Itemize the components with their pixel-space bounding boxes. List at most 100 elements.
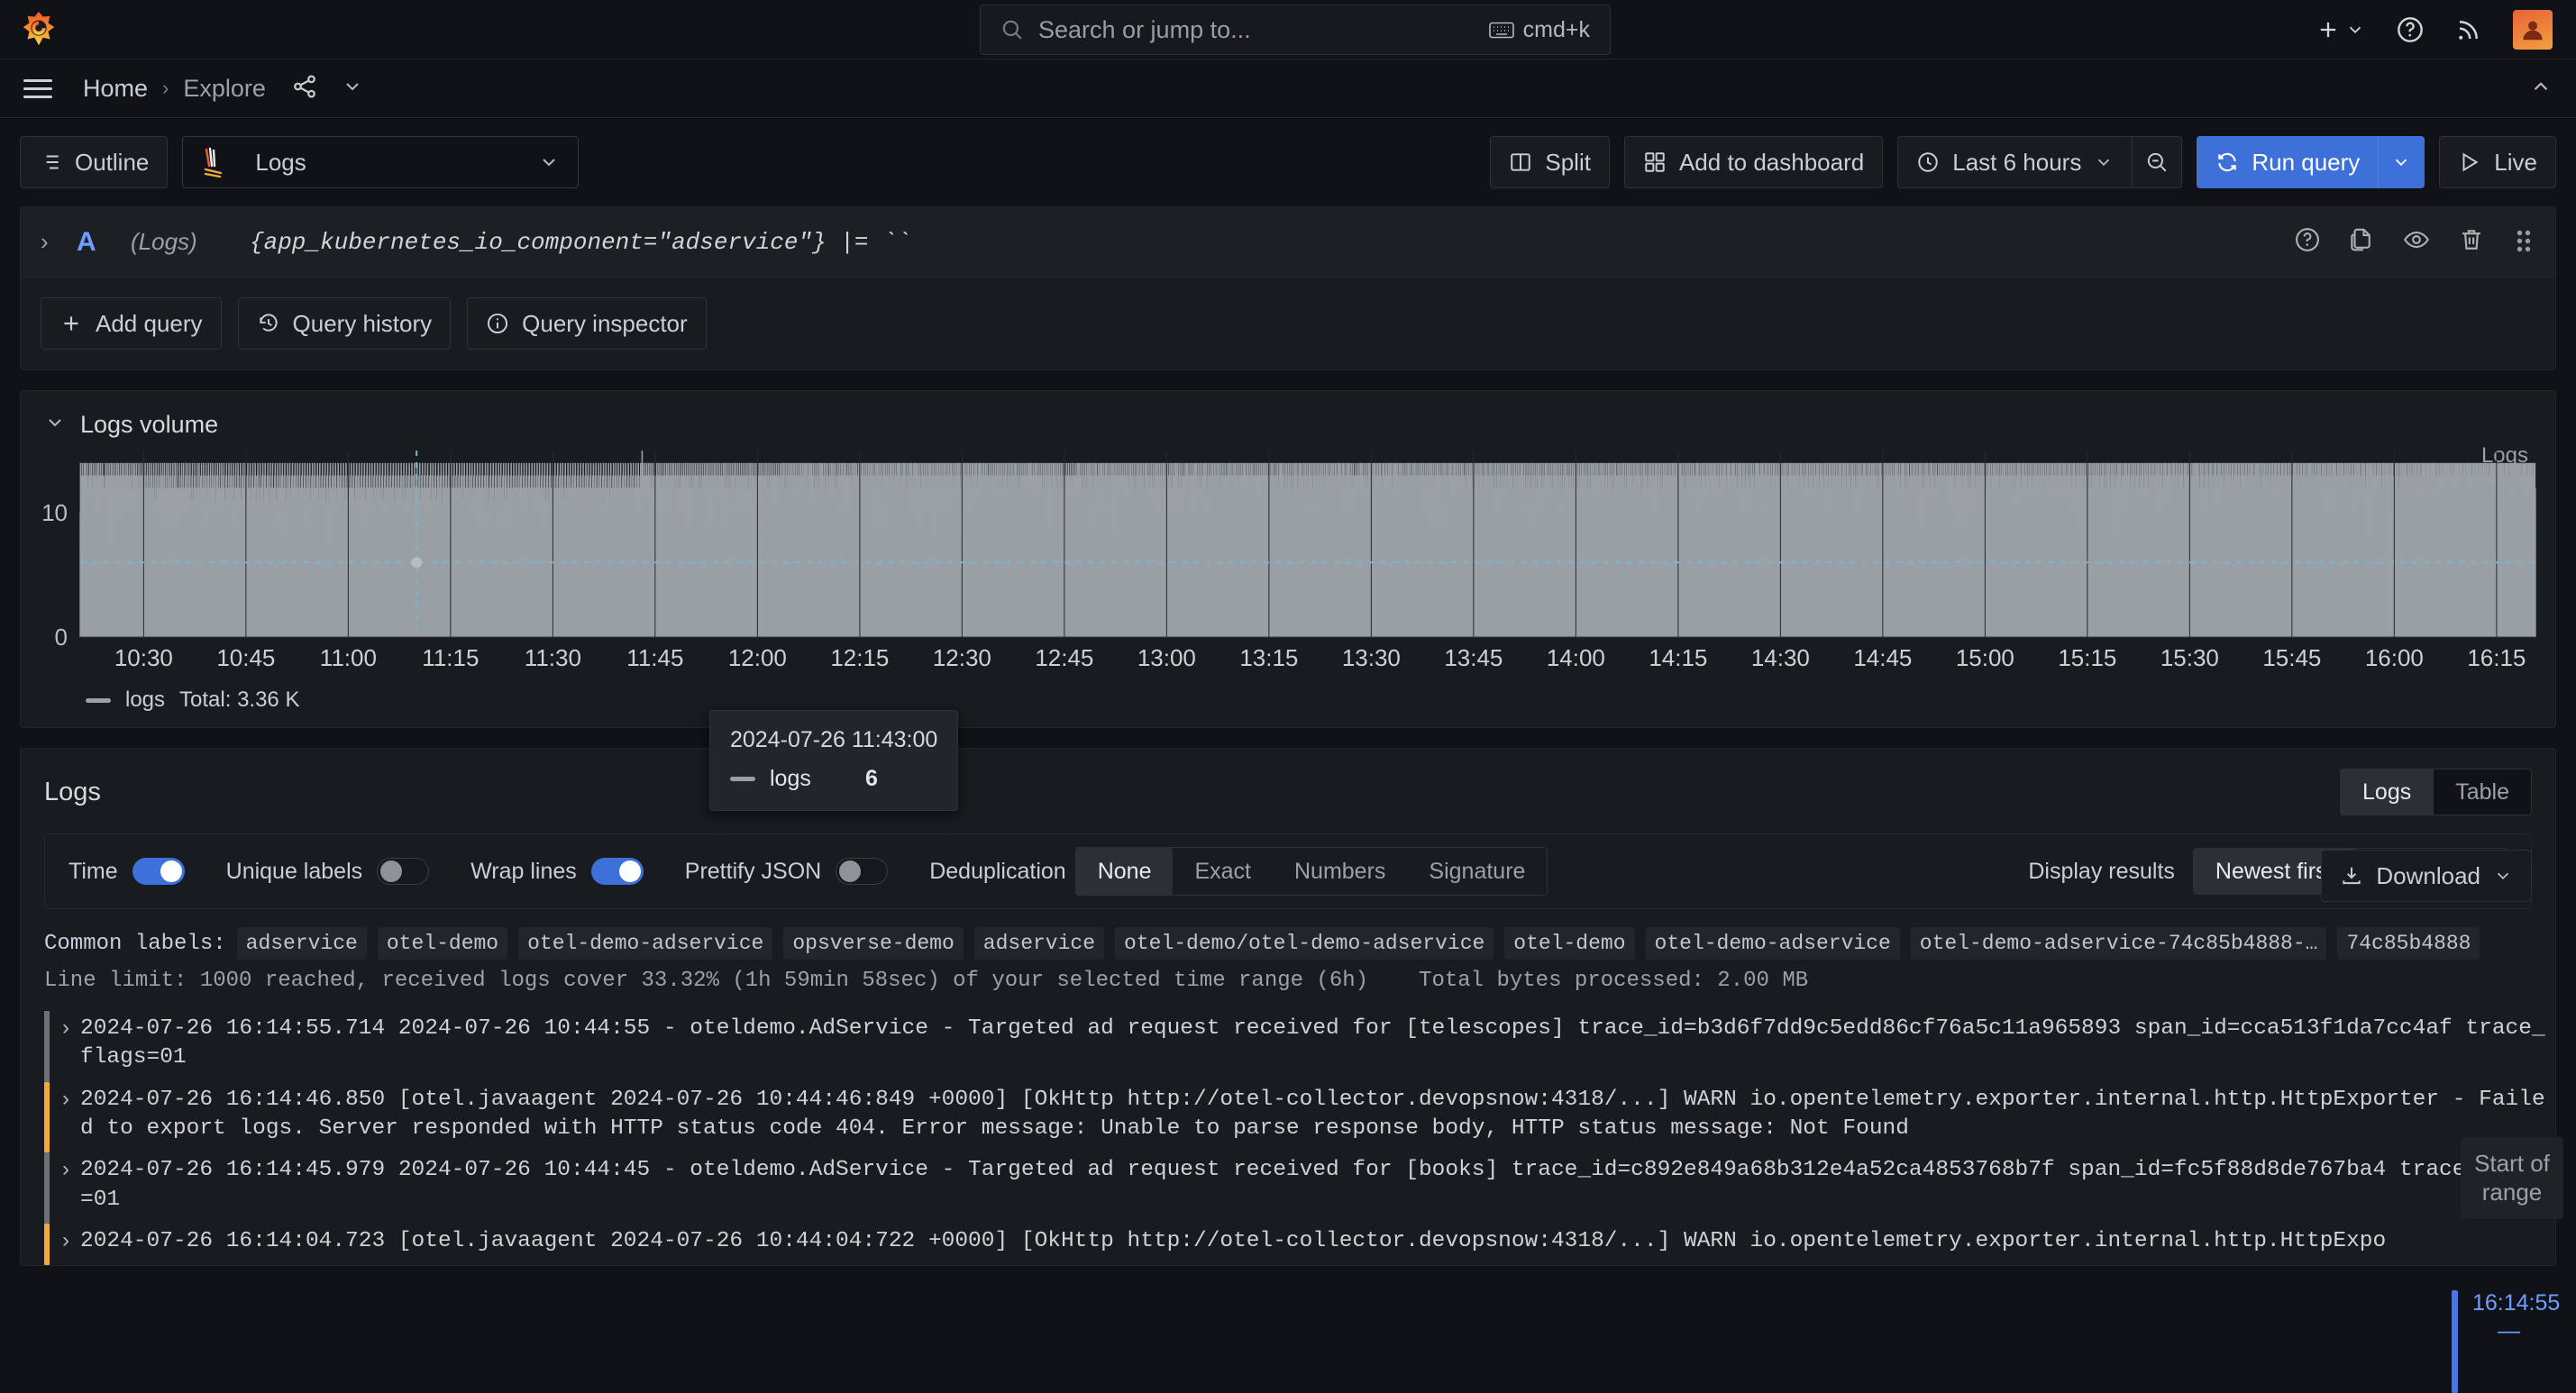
duplicate-query-icon[interactable] — [2348, 226, 2375, 258]
remove-query-icon[interactable] — [2458, 226, 2485, 258]
horizontal-scrollbar[interactable] — [0, 1388, 2576, 1393]
bytes-info-text: Total bytes processed: 2.00 MB — [1419, 969, 1808, 993]
add-to-dashboard-button[interactable]: Add to dashboard — [1624, 136, 1883, 188]
query-inspector-label: Query inspector — [522, 310, 688, 338]
logs-volume-header[interactable]: Logs volume — [21, 391, 2555, 439]
common-label-chip[interactable]: adservice — [974, 927, 1104, 960]
time-range-picker[interactable]: Last 6 hours — [1897, 136, 2132, 188]
drag-query-handle-icon[interactable] — [2512, 226, 2535, 258]
common-label-chip[interactable]: otel-demo-adservice-74c85b4888-… — [1911, 927, 2327, 960]
common-label-chip[interactable]: opsverse-demo — [783, 927, 963, 960]
unique-labels-toggle-group: Unique labels — [226, 858, 430, 885]
outline-button[interactable]: Outline — [20, 136, 168, 188]
download-label: Download — [2376, 862, 2480, 890]
dedup-option-signature[interactable]: Signature — [1407, 848, 1547, 895]
log-line-text: 2024-07-26 16:14:04.723 [otel.javaagent … — [80, 1224, 2386, 1265]
logs-panel: Logs Logs Table Time Unique labels Wrap … — [20, 748, 2556, 1266]
logs-panel-title: Logs — [44, 778, 101, 807]
common-label-chip[interactable]: otel-demo-adservice — [1646, 927, 1900, 960]
view-mode-logs[interactable]: Logs — [2340, 769, 2434, 815]
common-label-chip[interactable]: otel-demo — [378, 927, 507, 960]
table-row[interactable]: › 2024-07-26 16:14:45.979 2024-07-26 10:… — [21, 1152, 2555, 1224]
log-line-text: 2024-07-26 16:14:46.850 [otel.javaagent … — [80, 1082, 2555, 1153]
wrap-lines-toggle[interactable] — [591, 858, 644, 885]
prettify-json-toggle[interactable] — [836, 858, 888, 885]
rail-dash: — — [2458, 1318, 2560, 1344]
breadcrumb-item-explore[interactable]: Explore — [183, 75, 266, 103]
expand-row-chevron-right-icon[interactable]: › — [50, 1152, 80, 1182]
collapse-chevron-down-icon[interactable] — [44, 412, 66, 438]
columns-icon — [1509, 150, 1532, 174]
query-row[interactable]: › A (Logs) {app_kubernetes_io_component=… — [21, 207, 2555, 278]
query-help-icon[interactable] — [2294, 226, 2321, 258]
time-toggle-label: Time — [69, 859, 118, 885]
split-label: Split — [1545, 149, 1591, 177]
dedup-option-none[interactable]: None — [1076, 848, 1174, 895]
grafana-logo-icon[interactable] — [20, 11, 58, 49]
search-input[interactable]: Search or jump to... cmd+k — [980, 5, 1611, 55]
logs-panel-header: Logs Logs Table — [21, 749, 2555, 815]
search-shortcut-hint: cmd+k — [1489, 17, 1590, 43]
toggle-query-visibility-icon[interactable] — [2402, 226, 2431, 258]
plus-icon — [2316, 17, 2341, 42]
hamburger-menu-icon[interactable] — [23, 79, 52, 98]
logs-limit-info: Line limit: 1000 reached, received logs … — [21, 960, 2555, 993]
add-query-button[interactable]: Add query — [41, 297, 222, 350]
logs-volume-legend[interactable]: logs Total: 3.36 K — [86, 687, 299, 713]
split-button[interactable]: Split — [1490, 136, 1610, 188]
live-tail-button[interactable]: Live — [2439, 136, 2556, 188]
tooltip-timestamp: 2024-07-26 11:43:00 — [730, 727, 937, 753]
query-expression[interactable]: {app_kubernetes_io_component="adservice"… — [250, 229, 910, 256]
query-inspector-button[interactable]: Query inspector — [467, 297, 707, 350]
prettify-json-toggle-group: Prettify JSON — [685, 858, 888, 885]
zoom-out-button[interactable] — [2132, 136, 2182, 188]
chevron-down-icon — [2391, 152, 2411, 172]
unique-labels-toggle[interactable] — [377, 858, 429, 885]
collapse-chevron-up-icon[interactable] — [2529, 75, 2553, 103]
table-row[interactable]: › 2024-07-26 16:14:55.714 2024-07-26 10:… — [21, 1011, 2555, 1082]
query-datasource-label: (Logs) — [131, 228, 212, 256]
query-history-button[interactable]: Query history — [238, 297, 452, 350]
global-search[interactable]: Search or jump to... cmd+k — [980, 5, 1611, 55]
datasource-label: Logs — [255, 149, 525, 177]
run-query-button[interactable]: Run query — [2197, 136, 2378, 188]
expand-query-chevron-right-icon[interactable]: › — [41, 228, 77, 256]
loki-logo-icon — [201, 147, 228, 178]
table-row[interactable]: › 2024-07-26 16:14:04.723 [otel.javaagen… — [21, 1224, 2555, 1265]
deduplication-group: None Exact Numbers Signature — [1075, 847, 1548, 896]
table-row[interactable]: › 2024-07-26 16:14:46.850 [otel.javaagen… — [21, 1082, 2555, 1153]
run-query-options-button[interactable] — [2378, 136, 2425, 188]
run-query-label: Run query — [2252, 149, 2360, 177]
rss-icon — [2455, 16, 2482, 43]
expand-row-chevron-right-icon[interactable]: › — [50, 1082, 80, 1112]
news-button[interactable] — [2455, 16, 2482, 43]
common-label-chip[interactable]: adservice — [237, 927, 367, 960]
breadcrumb-bar: Home › Explore — [0, 59, 2576, 118]
start-of-range-badge: Start of range — [2461, 1137, 2563, 1219]
query-history-label: Query history — [293, 310, 433, 338]
breadcrumb-item-home[interactable]: Home — [83, 75, 148, 103]
common-label-chip[interactable]: otel-demo-adservice — [518, 927, 772, 960]
logs-volume-chart[interactable]: 01010:3010:4511:0011:1511:3011:4512:0012… — [21, 447, 2555, 677]
chart-tooltip: 2024-07-26 11:43:00 logs 6 — [709, 710, 958, 811]
dedup-option-exact[interactable]: Exact — [1173, 848, 1273, 895]
download-button[interactable]: Download — [2321, 850, 2532, 902]
help-button[interactable] — [2396, 15, 2425, 44]
common-label-chip[interactable]: otel-demo/otel-demo-adservice — [1115, 927, 1494, 960]
profile-avatar[interactable] — [2513, 10, 2553, 50]
logs-volume-panel: Logs volume Logs 01010:3010:4511:0011:15… — [20, 390, 2556, 728]
expand-row-chevron-right-icon[interactable]: › — [50, 1011, 80, 1041]
common-label-chip[interactable]: 74c85b4888 — [2337, 927, 2480, 960]
dedup-option-numbers[interactable]: Numbers — [1273, 848, 1407, 895]
common-label-chip[interactable]: otel-demo — [1504, 927, 1634, 960]
time-toggle[interactable] — [132, 858, 185, 885]
expand-row-chevron-right-icon[interactable]: › — [50, 1224, 80, 1253]
plus-icon — [59, 312, 83, 335]
datasource-picker[interactable]: Logs — [182, 136, 579, 188]
top-navigation-bar: Search or jump to... cmd+k — [0, 0, 2576, 59]
new-button[interactable] — [2316, 17, 2365, 42]
breadcrumb-chevron-down-icon[interactable] — [342, 76, 363, 102]
view-mode-table[interactable]: Table — [2434, 769, 2532, 815]
share-nodes-icon[interactable] — [291, 73, 318, 105]
query-row-actions — [2294, 226, 2535, 258]
